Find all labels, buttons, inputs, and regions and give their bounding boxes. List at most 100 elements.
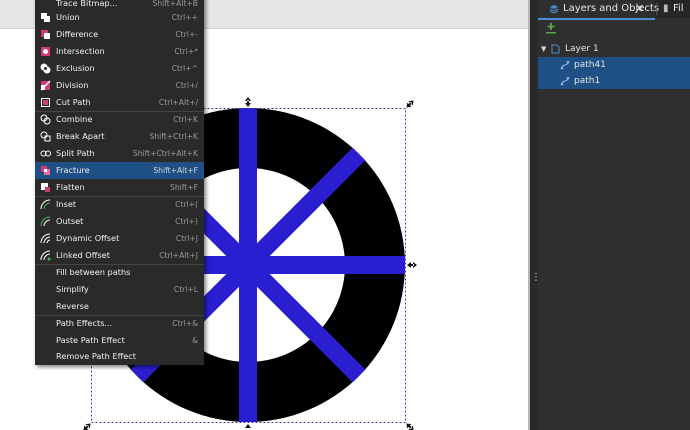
fill-stroke-icon: ▮ bbox=[663, 3, 669, 14]
add-layer-button[interactable] bbox=[544, 21, 558, 35]
menu-item-shortcut: Shift+Ctrl+Alt+K bbox=[132, 149, 198, 158]
menu-item-simplify[interactable]: Simplify Ctrl+L bbox=[35, 281, 204, 298]
union-icon bbox=[41, 13, 50, 22]
tab-layers-and-objects[interactable]: Layers and Objects ✕ bbox=[538, 0, 659, 20]
menu-item-flatten[interactable]: Flatten Shift+F bbox=[35, 179, 204, 196]
menu-item-label: Cut Path bbox=[56, 97, 91, 107]
right-scale-handle bbox=[407, 262, 417, 268]
menu-item-shortcut: Ctrl+J bbox=[175, 234, 198, 243]
flatten-icon bbox=[41, 183, 50, 192]
menu-item-difference[interactable]: Difference Ctrl+- bbox=[35, 26, 204, 43]
menu-item-shortcut: Ctrl+K bbox=[173, 115, 198, 124]
fracture-icon bbox=[41, 166, 50, 175]
menu-item-label: Reverse bbox=[56, 301, 89, 311]
menu-item-shortcut: Ctrl+( bbox=[175, 200, 198, 209]
menu-item-combine[interactable]: Combine Ctrl+K bbox=[35, 111, 204, 128]
menu-item-paste-path-effect[interactable]: Paste Path Effect & bbox=[35, 332, 204, 349]
division-icon bbox=[40, 80, 51, 91]
menu-item-outset[interactable]: Outset Ctrl+) bbox=[35, 213, 204, 230]
path-icon bbox=[560, 76, 570, 86]
tab-separator bbox=[656, 3, 657, 15]
menu-item-label: Union bbox=[56, 12, 80, 22]
split-path-icon bbox=[40, 150, 51, 157]
menu-item-label: Path Effects... bbox=[56, 318, 113, 328]
menu-item-path-effects[interactable]: Path Effects... Ctrl+& bbox=[35, 315, 204, 332]
menu-item-shortcut: Ctrl+& bbox=[172, 319, 198, 328]
menu-item-shortcut: & bbox=[192, 336, 198, 345]
menu-item-shortcut: Ctrl++ bbox=[171, 13, 198, 22]
intersection-icon bbox=[41, 47, 50, 56]
tree-label: path41 bbox=[574, 60, 606, 70]
menu-item-label: Break Apart bbox=[56, 131, 105, 141]
menu-item-label: Dynamic Offset bbox=[56, 233, 120, 243]
tree-label: Layer 1 bbox=[565, 44, 599, 54]
tree-label: path1 bbox=[574, 76, 601, 86]
menu-item-linked-offset[interactable]: Linked Offset Ctrl+Alt+J bbox=[35, 247, 204, 264]
linked-offset-icon bbox=[40, 250, 51, 261]
menu-item-division[interactable]: Division Ctrl+/ bbox=[35, 77, 204, 94]
menu-item-split-path[interactable]: Split Path Shift+Ctrl+Alt+K bbox=[35, 145, 204, 162]
tree-row-path1[interactable]: path1 bbox=[538, 73, 690, 89]
menu-item-label: Difference bbox=[56, 29, 99, 39]
menu-item-label: Split Path bbox=[56, 148, 95, 158]
layers-icon bbox=[549, 5, 559, 14]
cut-path-icon bbox=[41, 98, 50, 107]
menu-item-label: Simplify bbox=[56, 284, 89, 294]
menu-item-label: Linked Offset bbox=[56, 250, 110, 260]
menu-item-cut-path[interactable]: Cut Path Ctrl+Alt+/ bbox=[35, 94, 204, 111]
menu-item-label: Outset bbox=[56, 216, 84, 226]
difference-icon bbox=[41, 30, 50, 39]
layer-icon bbox=[551, 44, 560, 54]
menu-item-dynamic-offset[interactable]: Dynamic Offset Ctrl+J bbox=[35, 230, 204, 247]
menu-item-exclusion[interactable]: Exclusion Ctrl+^ bbox=[35, 60, 204, 77]
menu-item-label: Paste Path Effect bbox=[56, 335, 125, 345]
menu-item-label: Division bbox=[56, 80, 89, 90]
top-scale-handle bbox=[245, 97, 251, 107]
menu-item-shortcut: Ctrl+* bbox=[174, 47, 198, 56]
menu-item-fill-between-paths[interactable]: Fill between paths bbox=[35, 264, 204, 281]
trace-bitmap-icon bbox=[40, 0, 51, 9]
bottom-scale-handle bbox=[245, 424, 251, 428]
panel-tab-bar: Layers and Objects ✕ ▮ Fil bbox=[538, 0, 690, 20]
menu-item-label: Fill between paths bbox=[56, 267, 131, 277]
menu-item-label: Flatten bbox=[56, 182, 85, 192]
menu-item-remove-path-effect[interactable]: Remove Path Effect bbox=[35, 348, 204, 365]
menu-item-label: Remove Path Effect bbox=[56, 351, 136, 361]
menu-item-label: Intersection bbox=[56, 46, 105, 56]
menu-item-shortcut: Shift+F bbox=[170, 183, 198, 192]
menu-item-label: Fracture bbox=[56, 165, 90, 175]
menu-item-shortcut: Ctrl+^ bbox=[171, 64, 198, 73]
menu-item-shortcut: Ctrl+/ bbox=[175, 81, 198, 90]
menu-item-shortcut: Ctrl+Alt+/ bbox=[158, 98, 198, 107]
dock-resize-strip[interactable] bbox=[530, 0, 538, 430]
menu-item-shortcut: Ctrl+) bbox=[175, 217, 198, 226]
exclusion-icon bbox=[40, 63, 51, 74]
bottom-right-corner-handle bbox=[406, 423, 414, 430]
expand-arrow-icon[interactable]: ▼ bbox=[541, 41, 546, 57]
menu-item-shortcut: Shift+Alt+F bbox=[153, 166, 198, 175]
path-menu: Trace Bitmap... Shift+Alt+B Union Ctrl++… bbox=[35, 0, 204, 365]
menu-item-shortcut: Ctrl+- bbox=[175, 30, 198, 39]
menu-item-label: Inset bbox=[56, 199, 77, 209]
menu-item-label: Exclusion bbox=[56, 63, 95, 73]
menu-item-shortcut: Ctrl+Alt+J bbox=[159, 251, 198, 260]
tree-row-layer-1[interactable]: ▼ Layer 1 bbox=[538, 41, 690, 57]
menu-item-fracture[interactable]: Fracture Shift+Alt+F bbox=[35, 162, 204, 179]
menu-item-reverse[interactable]: Reverse bbox=[35, 298, 204, 315]
menu-item-union[interactable]: Union Ctrl++ bbox=[35, 9, 204, 26]
combine-icon bbox=[40, 114, 51, 125]
menu-item-shortcut: Shift+Ctrl+K bbox=[149, 132, 198, 141]
tab-fill-and-stroke[interactable]: ▮ Fil bbox=[659, 0, 690, 18]
menu-item-intersection[interactable]: Intersection Ctrl+* bbox=[35, 43, 204, 60]
path-icon bbox=[560, 60, 570, 70]
inset-icon bbox=[40, 199, 51, 210]
tree-row-path41[interactable]: path41 bbox=[538, 57, 690, 73]
menu-item-label: Combine bbox=[56, 114, 93, 124]
break-apart-icon bbox=[40, 131, 51, 142]
top-right-corner-handle bbox=[406, 100, 414, 108]
dock-grip-icon[interactable]: ⋮ bbox=[531, 273, 541, 288]
menu-item-break-apart[interactable]: Break Apart Shift+Ctrl+K bbox=[35, 128, 204, 145]
close-tab-button[interactable]: ✕ bbox=[635, 0, 644, 18]
outset-icon bbox=[40, 216, 51, 227]
menu-item-inset[interactable]: Inset Ctrl+( bbox=[35, 196, 204, 213]
